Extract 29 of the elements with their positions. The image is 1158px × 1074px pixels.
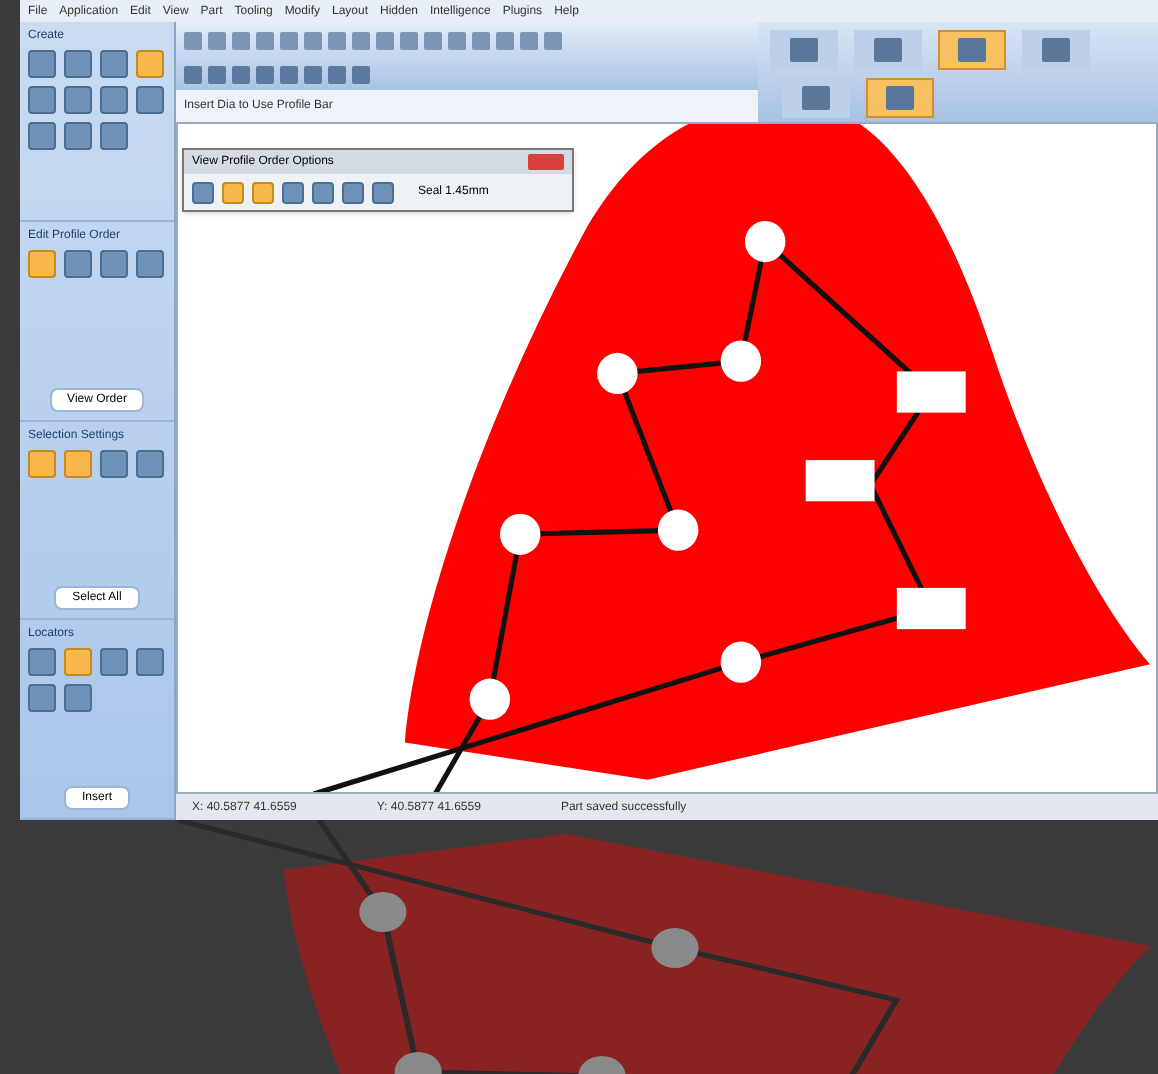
tool-icon[interactable] bbox=[192, 181, 214, 203]
ribbon-button[interactable] bbox=[1022, 30, 1090, 70]
tool-icon[interactable] bbox=[100, 648, 128, 677]
tool-icon[interactable] bbox=[100, 249, 128, 278]
tool-icon[interactable] bbox=[372, 181, 394, 203]
tool-icon[interactable] bbox=[28, 249, 56, 278]
tool-icon[interactable] bbox=[136, 648, 164, 677]
ribbon-icon bbox=[1042, 38, 1070, 62]
tool-icon[interactable] bbox=[28, 648, 56, 677]
tool-icon[interactable] bbox=[136, 449, 164, 477]
ribbon-icon bbox=[958, 38, 986, 62]
ribbon-button[interactable] bbox=[866, 78, 934, 118]
tool-icon[interactable] bbox=[100, 449, 128, 477]
tool-icon[interactable] bbox=[312, 181, 334, 203]
ribbon-button[interactable] bbox=[938, 30, 1006, 70]
tool-icon[interactable] bbox=[282, 181, 304, 203]
ribbon-icon bbox=[886, 86, 914, 110]
ribbon-button[interactable] bbox=[770, 30, 838, 70]
tool-icon[interactable] bbox=[252, 181, 274, 203]
ribbon-icon bbox=[802, 86, 830, 110]
tool-icon[interactable] bbox=[136, 249, 164, 278]
tool-icon[interactable] bbox=[64, 249, 92, 278]
ribbon-icon bbox=[790, 38, 818, 62]
tool-icon[interactable] bbox=[342, 181, 364, 203]
ribbon-icon bbox=[874, 38, 902, 62]
tool-icon[interactable] bbox=[64, 684, 92, 713]
tool-icon[interactable] bbox=[28, 684, 56, 713]
tool-icon[interactable] bbox=[222, 181, 244, 203]
ribbon-button[interactable] bbox=[854, 30, 922, 70]
